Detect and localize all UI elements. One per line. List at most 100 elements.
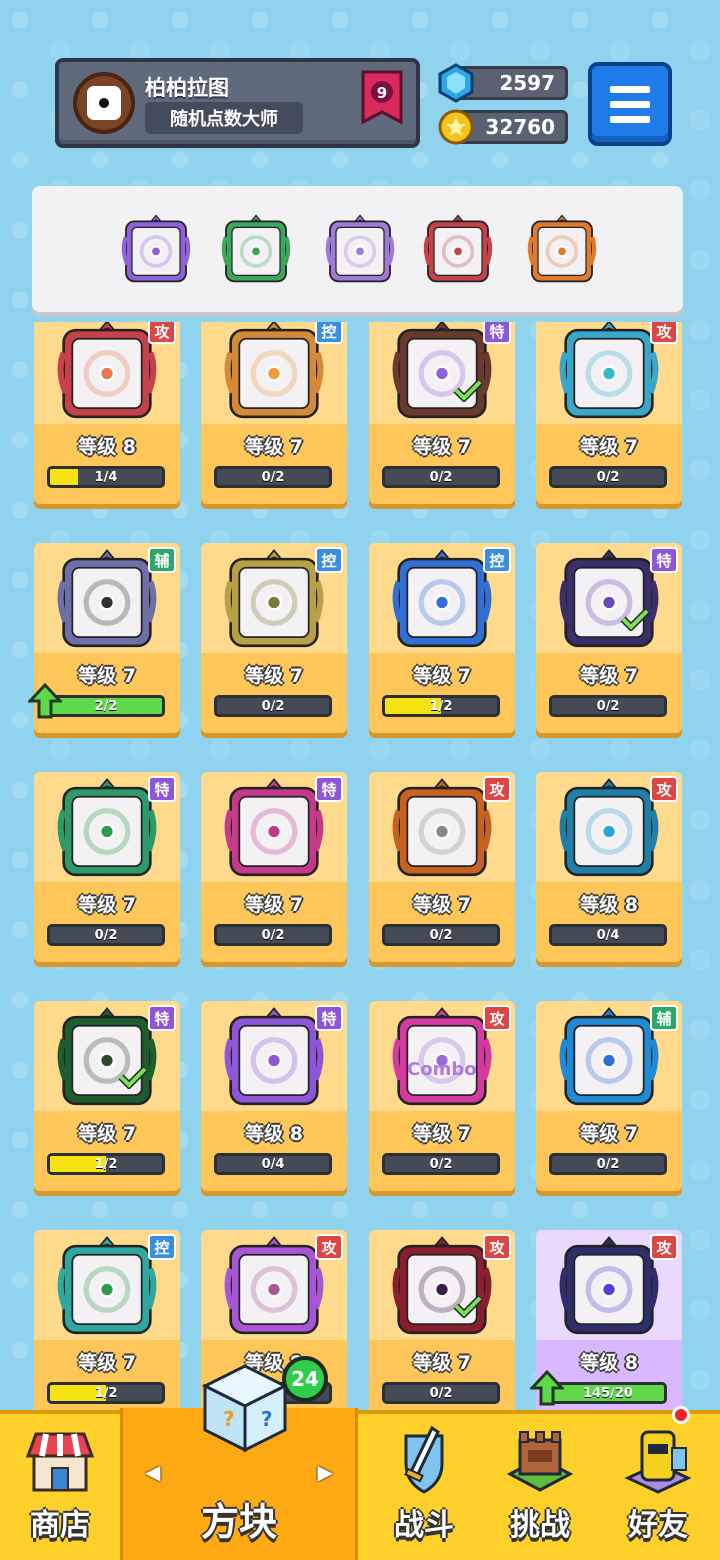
deck-slot-purple-dice[interactable] — [120, 210, 191, 286]
progress-text: 0/2 — [429, 1385, 453, 1401]
deck-slot-green-dice[interactable] — [220, 210, 291, 286]
dice-progress-bar: 0/2 — [549, 695, 667, 717]
friend-character-icon — [624, 1430, 692, 1494]
checkmark-icon — [453, 379, 483, 402]
progress-text: 0/2 — [429, 469, 453, 485]
dice-level: 等级 7 — [413, 894, 471, 916]
dice-progress-bar: 0/2 — [382, 1153, 500, 1175]
dice-progress-bar: 1/2 — [382, 695, 500, 717]
dice-card[interactable]: 攻等级 8 145/20 — [530, 1230, 682, 1412]
upgrade-arrow-icon[interactable] — [530, 1370, 564, 1406]
profile-card[interactable]: 柏柏拉图 随机点数大师 9 — [55, 58, 420, 148]
dice-level: 等级 7 — [413, 1352, 471, 1374]
dice-progress-bar: 0/2 — [47, 924, 165, 946]
dice-progress-bar: 1/2 — [47, 1153, 165, 1175]
dice-card[interactable]: 攻等级 7 0/2 — [536, 322, 682, 504]
dice-type-tag: 特 — [148, 1005, 176, 1031]
dice-level: 等级 7 — [245, 665, 303, 687]
nav-challenge-label: 挑战 — [510, 1508, 570, 1543]
dice-level: 等级 7 — [413, 665, 471, 687]
dice-card[interactable]: 攻等级 7 0/2 — [369, 772, 515, 962]
dice-level: 等级 8 — [245, 1123, 303, 1145]
dice-card[interactable]: Combo 攻等级 7 0/2 — [369, 1001, 515, 1191]
dice-card[interactable]: 特等级 7 1/2 — [34, 1001, 180, 1191]
dice-card[interactable]: 攻等级 7 0/2 — [369, 1230, 515, 1412]
dice-type-tag: 辅 — [148, 547, 176, 573]
upgrade-arrow-icon[interactable] — [28, 683, 62, 719]
saw-dice-icon — [423, 214, 493, 283]
dice-card[interactable]: 控等级 7 1/2 — [34, 1230, 180, 1412]
rank-number: 9 — [377, 84, 387, 102]
progress-text: 1/2 — [94, 1385, 118, 1401]
deck-slot-saw-dice[interactable] — [422, 210, 493, 286]
nav-left-arrow-icon[interactable]: ◀ — [145, 1460, 160, 1484]
dice-card[interactable]: 特等级 7 0/2 — [536, 543, 682, 733]
gold-coin-icon — [438, 109, 474, 145]
dice-card[interactable]: 控等级 7 0/2 — [201, 322, 347, 504]
dice-collection-grid: 攻等级 8 1/4 控等级 7 0/2 特等级 7 0/2 攻等级 7 0/2 辅等级 7 2/2… — [0, 322, 720, 1412]
svg-text:?: ? — [261, 1407, 273, 1431]
dice-level: 等级 7 — [78, 1123, 136, 1145]
checkmark-icon — [620, 608, 650, 631]
dice-card[interactable]: 辅等级 7 2/2 — [28, 543, 180, 733]
dice-level: 等级 8 — [78, 436, 136, 458]
avatar[interactable] — [73, 72, 135, 134]
dice-progress-bar: 0/2 — [382, 1382, 500, 1404]
dice-card[interactable]: 辅等级 7 0/2 — [536, 1001, 682, 1191]
dice-type-tag: 特 — [483, 322, 511, 344]
mystery-box-icon: ? ? — [201, 1364, 289, 1453]
menu-bar-icon — [610, 85, 650, 93]
dice-type-tag: 控 — [483, 547, 511, 573]
dice-type-tag: 攻 — [650, 1234, 678, 1260]
friends-alert-dot — [672, 1406, 690, 1424]
menu-button[interactable] — [588, 62, 672, 146]
dice-card[interactable]: 控等级 7 0/2 — [201, 543, 347, 733]
ribbon-icon: 9 — [361, 70, 403, 125]
nav-dice[interactable]: ? ? ◀ ▶ 方块 — [120, 1364, 358, 1560]
rank-badge[interactable]: 9 — [359, 70, 405, 130]
dice-card[interactable]: 特等级 7 0/2 — [34, 772, 180, 962]
dice-level: 等级 8 — [580, 894, 638, 916]
player-title: 随机点数大师 — [145, 102, 303, 134]
svg-text:?: ? — [223, 1407, 235, 1431]
deck-slot-lightning-dice[interactable] — [324, 210, 395, 286]
dice-type-tag: 攻 — [483, 776, 511, 802]
dice-type-tag: 攻 — [483, 1234, 511, 1260]
progress-text: 0/4 — [596, 927, 620, 943]
gold-counter[interactable]: 32760 — [438, 109, 568, 145]
dice-progress-bar: 1/4 — [47, 466, 165, 488]
dice-type-tag: 攻 — [650, 322, 678, 344]
dice-art-text: Combo — [407, 1059, 477, 1080]
dice-card[interactable]: 特等级 7 0/2 — [369, 322, 515, 504]
dice-type-tag: 特 — [148, 776, 176, 802]
progress-text: 0/2 — [261, 698, 285, 714]
dice-level: 等级 7 — [413, 436, 471, 458]
dice-card[interactable]: 特等级 8 0/4 — [201, 1001, 347, 1191]
nav-friends[interactable]: 好友 — [598, 1414, 718, 1560]
gold-amount: 32760 — [485, 115, 555, 139]
dice-card[interactable]: 攻等级 8 1/4 — [34, 322, 180, 504]
dice-type-tag: 特 — [315, 776, 343, 802]
dice-level: 等级 7 — [580, 1123, 638, 1145]
dice-level: 等级 7 — [78, 1352, 136, 1374]
gem-counter[interactable]: 2597 — [438, 63, 568, 103]
dice-level: 等级 7 — [580, 436, 638, 458]
progress-text: 0/2 — [429, 1156, 453, 1172]
dice-type-tag: 攻 — [148, 322, 176, 344]
deck-slot-infinity-dice[interactable] — [526, 210, 597, 286]
nav-battle[interactable]: 战斗 — [364, 1414, 484, 1560]
nav-right-arrow-icon[interactable]: ▶ — [318, 1460, 333, 1484]
gem-amount: 2597 — [499, 71, 555, 95]
dice-card[interactable]: 特等级 7 0/2 — [201, 772, 347, 962]
purple-dice-icon — [121, 214, 191, 283]
dice-progress-bar: 0/4 — [549, 924, 667, 946]
gem-icon — [438, 63, 474, 103]
dice-card[interactable]: 攻等级 8 0/4 — [536, 772, 682, 962]
nav-shop[interactable]: 商店 — [0, 1414, 120, 1560]
dice-type-tag: 控 — [315, 547, 343, 573]
nav-challenge[interactable]: 挑战 — [480, 1414, 600, 1560]
dice-card[interactable]: 控等级 7 1/2 — [369, 543, 515, 733]
dice-progress-bar: 0/4 — [214, 1153, 332, 1175]
dice-progress-bar: 0/2 — [382, 466, 500, 488]
dice-type-tag: 控 — [148, 1234, 176, 1260]
